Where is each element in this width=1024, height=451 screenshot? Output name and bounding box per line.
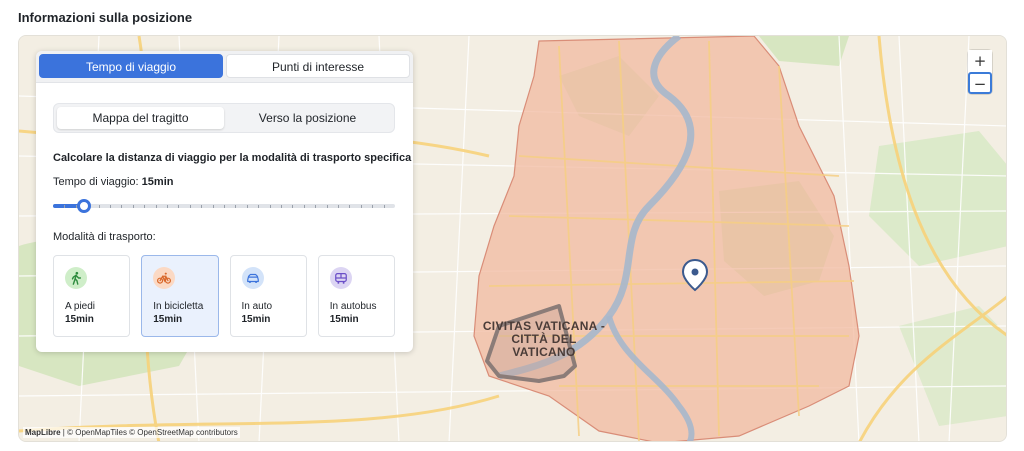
- mode-walk-label: A piedi: [65, 301, 96, 312]
- slider-tick: [235, 205, 237, 208]
- section-title: Informazioni sulla posizione: [18, 10, 193, 25]
- mode-car-value: 15min: [241, 314, 271, 325]
- attribution-text[interactable]: | © OpenMapTiles © OpenStreetMap contrib…: [63, 428, 238, 437]
- bus-icon: [329, 267, 352, 289]
- car-icon: [241, 267, 264, 289]
- slider-tick: [349, 205, 351, 208]
- mode-walk[interactable]: A piedi 15min: [53, 255, 131, 337]
- maplibre-link[interactable]: MapLibre: [25, 428, 61, 437]
- zoom-in-button[interactable]: +: [968, 50, 992, 72]
- slider-tick: [372, 205, 374, 208]
- description-heading: Calcolare la distanza di viaggio per la …: [53, 152, 412, 164]
- walk-icon: [65, 267, 87, 289]
- slider-tick: [292, 205, 294, 208]
- slider-tick: [144, 205, 146, 208]
- vatican-place-label: CIVITAS VATICANA - CITTÀ DEL VATICANO: [482, 319, 606, 359]
- travel-time-slider[interactable]: [53, 197, 395, 215]
- slider-tick: [326, 205, 328, 208]
- slider-tick: [303, 205, 305, 208]
- slider-thumb[interactable]: [77, 199, 91, 213]
- slider-tick: [338, 205, 339, 208]
- panel-top-tabs: Tempo di viaggio Punti di interesse: [36, 51, 413, 83]
- slider-tick: [110, 205, 111, 208]
- transport-modes: A piedi 15min In bicicletta 15min In aut…: [53, 255, 395, 337]
- slider-tick: [189, 205, 191, 208]
- mode-bike-value: 15min: [153, 314, 183, 325]
- tab-route-map[interactable]: Mappa del tragitto: [57, 107, 224, 129]
- slider-tick: [201, 205, 203, 208]
- panel-sub-tabs: Mappa del tragitto Verso la posizione: [53, 103, 395, 133]
- bike-icon: [153, 267, 176, 289]
- slider-tick: [246, 205, 248, 208]
- slider-tick: [383, 205, 385, 208]
- slider-tick: [167, 205, 168, 208]
- slider-tick: [98, 205, 100, 208]
- slider-tick: [132, 205, 134, 208]
- mode-bus-value: 15min: [329, 314, 359, 325]
- mode-walk-value: 15min: [65, 314, 94, 325]
- slider-tick: [258, 205, 260, 208]
- slider-tick: [155, 205, 157, 208]
- slider-tick: [315, 205, 317, 208]
- travel-time-readout: Tempo di viaggio: 15min: [53, 176, 173, 188]
- mode-bike[interactable]: In bicicletta 15min: [141, 255, 219, 337]
- travel-panel: Tempo di viaggio Punti di interesse Mapp…: [36, 51, 413, 352]
- tab-travel-time[interactable]: Tempo di viaggio: [39, 54, 223, 78]
- slider-tick: [212, 205, 214, 208]
- mode-car-label: In auto: [241, 301, 273, 312]
- mode-bus[interactable]: In autobus 15min: [317, 255, 395, 337]
- tab-points-of-interest[interactable]: Punti di interesse: [226, 54, 410, 78]
- slider-tick: [121, 205, 123, 208]
- mode-bike-label: In bicicletta: [153, 301, 204, 312]
- slider-tick: [360, 205, 362, 208]
- mode-bus-label: In autobus: [329, 301, 377, 312]
- slider-tick: [224, 205, 225, 208]
- slider-tick: [64, 205, 66, 208]
- transport-modes-label: Modalità di trasporto:: [53, 231, 156, 243]
- map-attribution: MapLibre | © OpenMapTiles © OpenStreetMa…: [23, 427, 240, 438]
- zoom-controls: + −: [968, 50, 992, 94]
- zoom-out-button[interactable]: −: [968, 72, 992, 94]
- mode-car[interactable]: In auto 15min: [229, 255, 307, 337]
- slider-tick: [269, 205, 271, 208]
- slider-tick: [281, 205, 282, 208]
- tab-to-location[interactable]: Verso la posizione: [224, 107, 391, 129]
- travel-time-label: Tempo di viaggio:: [53, 176, 139, 188]
- travel-time-value: 15min: [141, 176, 174, 188]
- slider-tick: [178, 205, 180, 208]
